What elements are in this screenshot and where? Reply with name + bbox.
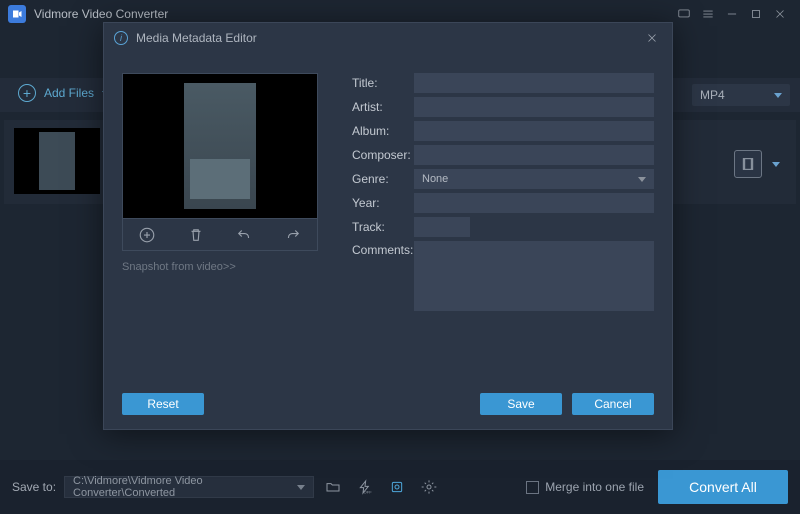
minimize-icon[interactable] [720, 2, 744, 26]
app-logo [8, 5, 26, 23]
year-input[interactable] [414, 193, 654, 213]
comments-input[interactable] [414, 241, 654, 311]
modal-footer: Reset Save Cancel [104, 379, 672, 429]
chevron-down-icon [774, 93, 782, 98]
close-icon[interactable] [768, 2, 792, 26]
video-frame-thumbnail [184, 83, 256, 209]
metadata-form: Title: Artist: Album: Composer: Genre: N… [352, 73, 654, 369]
maximize-icon[interactable] [744, 2, 768, 26]
feedback-icon[interactable] [672, 2, 696, 26]
plus-circle-icon [18, 84, 36, 102]
cancel-button[interactable]: Cancel [572, 393, 654, 415]
convert-all-label: Convert All [689, 479, 757, 495]
settings-button[interactable] [416, 476, 442, 498]
high-speed-button[interactable] [384, 476, 410, 498]
save-path-value: C:\Vidmore\Vidmore Video Converter\Conve… [73, 475, 289, 499]
add-cover-button[interactable] [136, 224, 158, 246]
chevron-down-icon [772, 162, 780, 167]
file-item-format[interactable] [734, 150, 780, 178]
redo-button[interactable] [282, 224, 304, 246]
chevron-down-icon [638, 177, 646, 182]
save-path-select[interactable]: C:\Vidmore\Vidmore Video Converter\Conve… [64, 476, 314, 498]
genre-value: None [422, 173, 448, 185]
cover-toolbar [122, 219, 318, 251]
undo-button[interactable] [233, 224, 255, 246]
track-input[interactable] [414, 217, 470, 237]
genre-field-label: Genre: [352, 172, 414, 186]
save-to-label: Save to: [12, 480, 56, 494]
artist-field-label: Artist: [352, 100, 414, 114]
composer-field-label: Composer: [352, 148, 414, 162]
genre-select[interactable]: None [414, 169, 654, 189]
album-input[interactable] [414, 121, 654, 141]
artist-input[interactable] [414, 97, 654, 117]
reset-button[interactable]: Reset [122, 393, 204, 415]
info-icon: i [114, 31, 128, 45]
delete-cover-button[interactable] [185, 224, 207, 246]
svg-text:OFF: OFF [364, 490, 373, 495]
checkbox-icon [526, 481, 539, 494]
title-input[interactable] [414, 73, 654, 93]
metadata-editor-modal: i Media Metadata Editor [103, 22, 673, 430]
merge-checkbox[interactable]: Merge into one file [526, 480, 644, 494]
output-format-select[interactable]: MP4 [692, 84, 790, 106]
add-files-label: Add Files [44, 86, 94, 100]
chevron-down-icon [297, 485, 305, 490]
comments-field-label: Comments: [352, 241, 414, 257]
album-field-label: Album: [352, 124, 414, 138]
menu-icon[interactable] [696, 2, 720, 26]
file-item-thumbnail[interactable] [14, 128, 100, 194]
convert-all-button[interactable]: Convert All [658, 470, 788, 504]
composer-input[interactable] [414, 145, 654, 165]
year-field-label: Year: [352, 196, 414, 210]
add-files-button[interactable]: Add Files [18, 84, 110, 102]
modal-close-button[interactable] [642, 28, 662, 48]
merge-label: Merge into one file [545, 480, 644, 494]
open-folder-button[interactable] [320, 476, 346, 498]
bottom-bar: Save to: C:\Vidmore\Vidmore Video Conver… [0, 460, 800, 514]
modal-titlebar: i Media Metadata Editor [104, 23, 672, 53]
snapshot-link[interactable]: Snapshot from video>> [122, 261, 322, 273]
save-button[interactable]: Save [480, 393, 562, 415]
format-badge [734, 150, 762, 178]
title-field-label: Title: [352, 76, 414, 90]
modal-title-text: Media Metadata Editor [136, 31, 257, 45]
app-title: Vidmore Video Converter [34, 7, 168, 21]
cover-preview [122, 73, 318, 219]
track-field-label: Track: [352, 220, 414, 234]
hardware-accel-button[interactable]: OFF [352, 476, 378, 498]
output-format-value: MP4 [700, 88, 725, 102]
